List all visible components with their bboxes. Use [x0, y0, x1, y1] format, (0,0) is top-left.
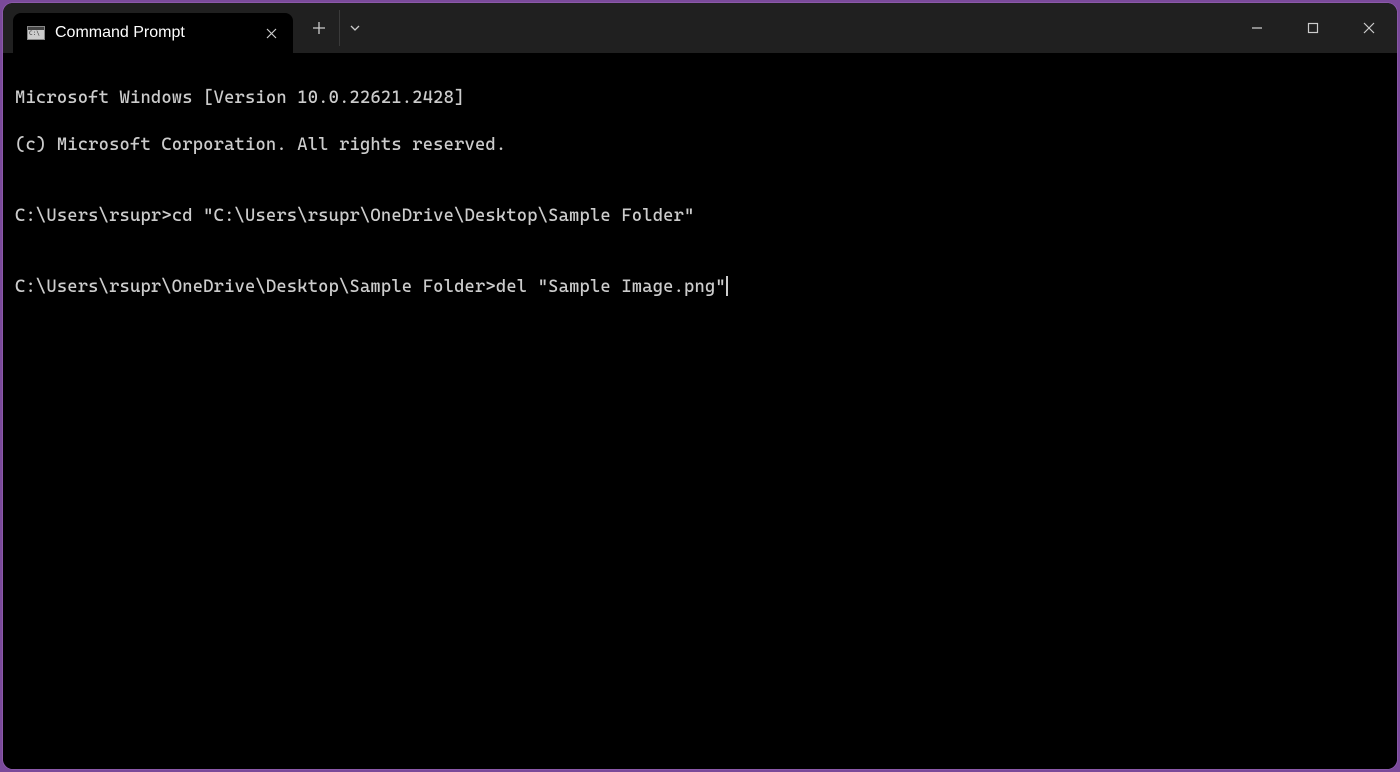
titlebar-drag-region[interactable] [369, 3, 1229, 53]
minimize-icon [1251, 22, 1263, 34]
close-icon [266, 28, 277, 39]
titlebar: Command Prompt [3, 3, 1397, 53]
tab-close-button[interactable] [259, 21, 283, 45]
tab-title: Command Prompt [55, 24, 249, 42]
command-line: C:\Users\rsupr>cd "C:\Users\rsupr\OneDri… [15, 205, 1385, 229]
tab-actions [293, 3, 369, 53]
maximize-button[interactable] [1285, 3, 1341, 53]
command-text: del "Sample Image.png" [496, 276, 726, 300]
window-controls [1229, 3, 1397, 53]
tab-dropdown-button[interactable] [339, 10, 369, 46]
chevron-down-icon [350, 25, 360, 31]
banner-line: (c) Microsoft Corporation. All rights re… [15, 134, 1385, 158]
command-text: cd "C:\Users\rsupr\OneDrive\Desktop\Samp… [172, 205, 695, 229]
terminal-window: Command Prompt Microsoft [3, 3, 1397, 769]
command-line-current: C:\Users\rsupr\OneDrive\Desktop\Sample F… [15, 276, 1385, 300]
banner-line: Microsoft Windows [Version 10.0.22621.24… [15, 87, 1385, 111]
text-cursor [726, 276, 728, 296]
cmd-icon [27, 26, 45, 40]
plus-icon [312, 21, 326, 35]
minimize-button[interactable] [1229, 3, 1285, 53]
prompt: C:\Users\rsupr> [15, 205, 172, 229]
prompt: C:\Users\rsupr\OneDrive\Desktop\Sample F… [15, 276, 496, 300]
terminal-output[interactable]: Microsoft Windows [Version 10.0.22621.24… [3, 53, 1397, 769]
close-window-button[interactable] [1341, 3, 1397, 53]
close-icon [1363, 22, 1375, 34]
tab-command-prompt[interactable]: Command Prompt [13, 13, 293, 53]
maximize-icon [1307, 22, 1319, 34]
new-tab-button[interactable] [301, 10, 337, 46]
